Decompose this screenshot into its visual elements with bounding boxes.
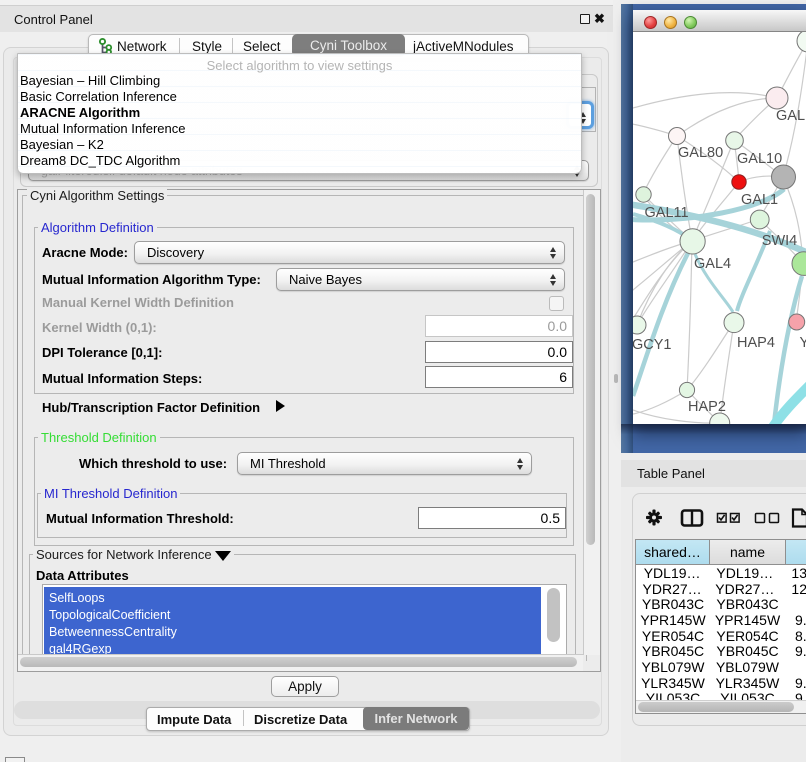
svg-text:SWI4: SWI4 [762, 233, 797, 249]
svg-text:GAL80: GAL80 [678, 145, 723, 161]
svg-text:GAL10: GAL10 [737, 151, 782, 167]
svg-text:Y: Y [800, 335, 806, 351]
svg-text:GAL1: GAL1 [741, 192, 778, 208]
svg-text:GCY1: GCY1 [633, 337, 672, 353]
svg-text:HAP2: HAP2 [688, 399, 726, 415]
svg-text:HAP4: HAP4 [737, 335, 775, 351]
svg-text:GAL: GAL [776, 108, 805, 124]
svg-text:GAL11: GAL11 [645, 205, 689, 221]
svg-text:GAL4: GAL4 [694, 256, 731, 272]
